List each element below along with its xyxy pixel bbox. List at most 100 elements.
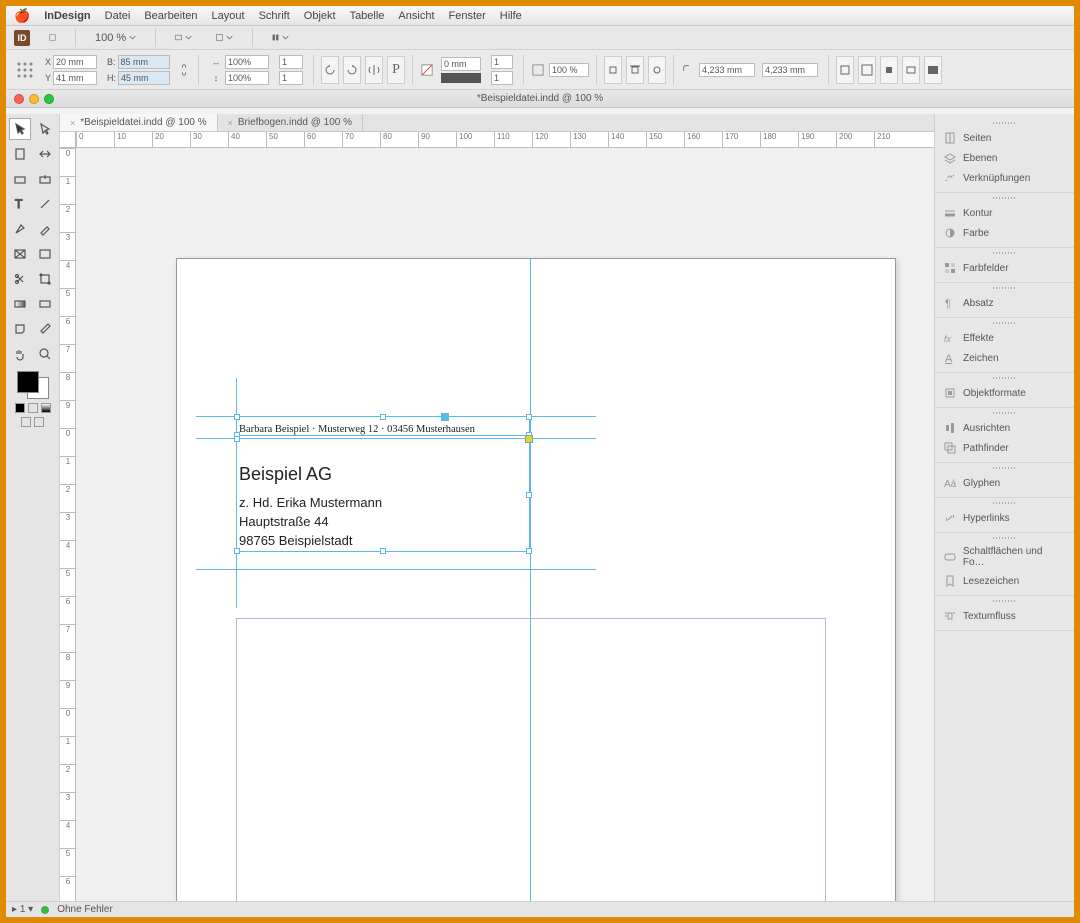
scissors-tool[interactable] [9,268,31,290]
ruler-origin[interactable] [60,132,76,148]
note-tool[interactable] [9,318,31,340]
free-transform-tool[interactable] [34,268,56,290]
menu-objekt[interactable]: Objekt [304,10,336,22]
stroke-style-dropdown[interactable] [441,73,481,83]
selection-tool[interactable] [9,118,31,140]
view-mode-row[interactable] [21,417,44,427]
text-wrap-none-button[interactable] [604,56,622,84]
panel-kontur[interactable]: Kontur [935,203,1074,223]
reference-point-handle[interactable] [441,413,449,421]
panel-effekte[interactable]: fxEffekte [935,328,1074,348]
arrange-documents-dropdown[interactable] [267,31,294,44]
stroke-opacity-input[interactable]: 1 [491,55,513,69]
reference-point-icon[interactable] [15,60,35,80]
preflight-ok-icon[interactable] [41,906,49,914]
panel-ausrichten[interactable]: Ausrichten [935,418,1074,438]
menu-schrift[interactable]: Schrift [259,10,290,22]
text-wrap-bbox-button[interactable] [626,56,644,84]
screen-mode-dropdown[interactable] [211,31,238,44]
fill-swatch-icon[interactable] [420,63,434,77]
minimize-window-icon[interactable] [29,94,39,104]
close-tab-icon[interactable]: × [70,118,75,128]
menu-hilfe[interactable]: Hilfe [500,10,522,22]
corner-radius-input[interactable]: 4,233 mm [699,63,755,77]
text-wrap-shape-button[interactable] [648,56,666,84]
type-tool[interactable]: T [9,193,31,215]
effects-fx-icon[interactable] [531,63,545,77]
view-options-dropdown[interactable] [170,31,197,44]
vertical-ruler[interactable]: 0123456789012345678901234567 [60,148,76,901]
menu-tabelle[interactable]: Tabelle [350,10,385,22]
page-number-field[interactable]: ▸ 1 ▾ [12,904,33,915]
stroke-weight-input[interactable]: 0 mm [441,57,481,71]
stroke-tint-input[interactable]: 1 [491,71,513,85]
panel-farbe[interactable]: Farbe [935,223,1074,243]
fit-proportional-button[interactable] [902,56,920,84]
close-window-icon[interactable] [14,94,24,104]
constrain-proportions-icon[interactable] [177,63,191,77]
panel-textumfluss[interactable]: Textumfluss [935,606,1074,626]
bridge-button[interactable] [44,31,61,44]
eyedropper-tool[interactable] [34,318,56,340]
panel-absatz[interactable]: ¶Absatz [935,293,1074,313]
panel-ebenen[interactable]: Ebenen [935,148,1074,168]
center-content-button[interactable] [880,56,898,84]
panel-seiten[interactable]: Seiten [935,128,1074,148]
shear-input[interactable]: 1 [279,71,303,85]
guide-vertical[interactable] [530,258,531,901]
app-name[interactable]: InDesign [44,10,90,22]
zoom-level-dropdown[interactable]: 100 % [90,29,141,47]
page-tool[interactable] [9,143,31,165]
apple-icon[interactable]: 🍎 [14,8,30,24]
content-placer-tool[interactable] [34,168,56,190]
panel-farbfelder[interactable]: Farbfelder [935,258,1074,278]
scale-x-input[interactable]: 100% [225,55,269,69]
zoom-tool[interactable] [34,343,56,365]
panel-objektformate[interactable]: Objektformate [935,383,1074,403]
fit-content-button[interactable] [836,56,854,84]
rectangle-frame-tool[interactable] [9,243,31,265]
paragraph-style-button[interactable]: P [387,56,405,84]
content-collector-tool[interactable] [9,168,31,190]
horizontal-ruler[interactable]: 0102030405060708090100110120130140150160… [76,132,934,148]
y-position-input[interactable]: 41 mm [53,71,97,85]
preflight-status[interactable]: Ohne Fehler [57,904,113,915]
gradient-swatch-tool[interactable] [9,293,31,315]
height-input[interactable]: 45 mm [118,71,170,85]
gradient-feather-tool[interactable] [34,293,56,315]
tab-beispieldatei[interactable]: ×*Beispieldatei.indd @ 100 % [60,114,218,131]
fx-opacity-input[interactable]: 100 % [549,63,589,77]
panel-pathfinder[interactable]: Pathfinder [935,438,1074,458]
menu-datei[interactable]: Datei [105,10,131,22]
pen-tool[interactable] [9,218,31,240]
menu-bearbeiten[interactable]: Bearbeiten [144,10,197,22]
scale-y-input[interactable]: 100% [225,71,269,85]
rotate-ccw-button[interactable] [321,56,339,84]
canvas[interactable]: Barbara Beispiel · Musterweg 12 · 03456 … [76,148,934,901]
window-traffic-lights[interactable] [14,94,54,104]
panel-verkn-pfungen[interactable]: Verknüpfungen [935,168,1074,188]
panel-zeichen[interactable]: AZeichen [935,348,1074,368]
apply-color-row[interactable] [15,403,51,413]
pencil-tool[interactable] [34,218,56,240]
close-tab-icon[interactable]: × [228,118,233,128]
flip-horizontal-button[interactable] [365,56,383,84]
gap-tool[interactable] [34,143,56,165]
panel-hyperlinks[interactable]: Hyperlinks [935,508,1074,528]
rotate-input[interactable]: 1 [279,55,303,69]
menu-ansicht[interactable]: Ansicht [398,10,434,22]
width-input[interactable]: 85 mm [118,55,170,69]
guide-horizontal[interactable] [196,569,596,570]
tab-briefbogen[interactable]: ×Briefbogen.indd @ 100 % [218,114,363,131]
rectangle-tool[interactable] [34,243,56,265]
x-position-input[interactable]: 20 mm [53,55,97,69]
direct-selection-tool[interactable] [34,118,56,140]
fill-stroke-swatch[interactable] [15,371,51,399]
corner-options-icon[interactable] [681,63,695,77]
fill-frame-button[interactable] [924,56,942,84]
menu-fenster[interactable]: Fenster [449,10,486,22]
out-port-handle[interactable] [525,435,533,443]
panel-lesezeichen[interactable]: Lesezeichen [935,571,1074,591]
rotate-cw-button[interactable] [343,56,361,84]
zoom-window-icon[interactable] [44,94,54,104]
